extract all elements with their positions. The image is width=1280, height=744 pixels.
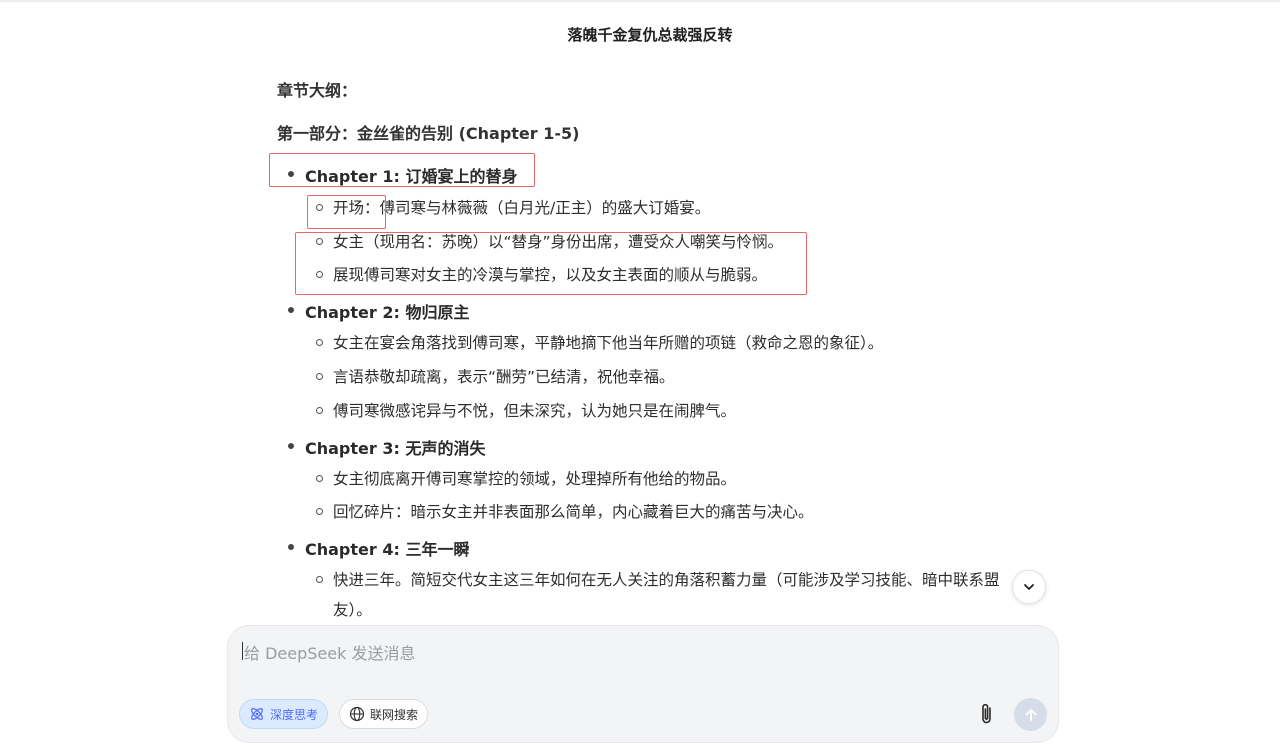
list-item: 傅司寒微感诧异与不悦，但未深究，认为她只是在闹脾气。	[316, 396, 736, 426]
list-item: 展现傅司寒对女主的冷漠与掌控，以及女主表面的顺从与脆弱。	[316, 260, 767, 290]
message-composer: 给 DeepSeek 发送消息 深度思考 联网搜索	[227, 625, 1059, 743]
top-divider	[0, 0, 1280, 2]
bullet-dot	[288, 544, 294, 550]
attach-file-button[interactable]	[975, 701, 999, 727]
chapter-title: Chapter 1: 订婚宴上的替身	[288, 163, 517, 187]
outline-heading: 章节大纲：	[277, 81, 358, 100]
page-title: 落魄千金复仇总裁强反转	[567, 26, 733, 44]
deep-think-toggle[interactable]: 深度思考	[239, 699, 329, 729]
list-item: 女主彻底离开傅司寒掌控的领域，处理掉所有他给的物品。	[316, 464, 736, 494]
chapter-title: Chapter 2: 物归原主	[288, 299, 469, 323]
chevron-down-icon	[1024, 584, 1034, 590]
web-search-label: 联网搜索	[370, 707, 419, 722]
web-search-toggle[interactable]: 联网搜索	[339, 699, 429, 729]
list-item: 开场：傅司寒与林薇薇（白月光/正主）的盛大订婚宴。	[316, 193, 710, 223]
message-input[interactable]: 给 DeepSeek 发送消息	[244, 640, 415, 664]
scroll-to-bottom-button[interactable]	[1012, 570, 1046, 604]
bullet-dot	[288, 307, 294, 313]
globe-icon	[349, 706, 365, 722]
list-item: 女主在宴会角落找到傅司寒，平静地摘下他当年所赠的项链（救命之恩的象征）。	[316, 328, 883, 358]
bullet-circle	[316, 339, 323, 346]
bullet-circle	[316, 373, 323, 380]
bullet-circle	[316, 407, 323, 414]
chapter-title: Chapter 3: 无声的消失	[288, 435, 485, 459]
chapter-title: Chapter 4: 三年一瞬	[288, 536, 469, 560]
text-caret	[242, 642, 243, 660]
arrow-up-icon	[1025, 708, 1036, 721]
list-item-continuation: 友）。	[333, 601, 372, 619]
list-item: 回忆碎片：暗示女主并非表面那么简单，内心藏着巨大的痛苦与决心。	[316, 497, 814, 527]
bullet-circle	[316, 238, 323, 245]
bullet-circle	[316, 271, 323, 278]
atom-icon	[251, 708, 263, 720]
deep-think-label: 深度思考	[270, 707, 319, 722]
bullet-circle	[316, 204, 323, 211]
paperclip-icon	[982, 703, 991, 724]
bullet-circle	[316, 475, 323, 482]
list-item: 女主（现用名：苏晚）以“替身”身份出席，遭受众人嘲笑与怜悯。	[316, 227, 783, 257]
bullet-dot	[288, 171, 294, 177]
part-heading: 第一部分：金丝雀的告别 (Chapter 1-5)	[277, 124, 580, 143]
list-item: 言语恭敬却疏离，表示“酬劳”已结清，祝他幸福。	[316, 362, 675, 392]
list-item: 快进三年。简短交代女主这三年如何在无人关注的角落积蓄力量（可能涉及学习技能、暗中…	[316, 565, 1000, 595]
bullet-circle	[316, 576, 323, 583]
bullet-dot	[288, 443, 294, 449]
bullet-circle	[316, 508, 323, 515]
send-button[interactable]	[1014, 698, 1047, 731]
